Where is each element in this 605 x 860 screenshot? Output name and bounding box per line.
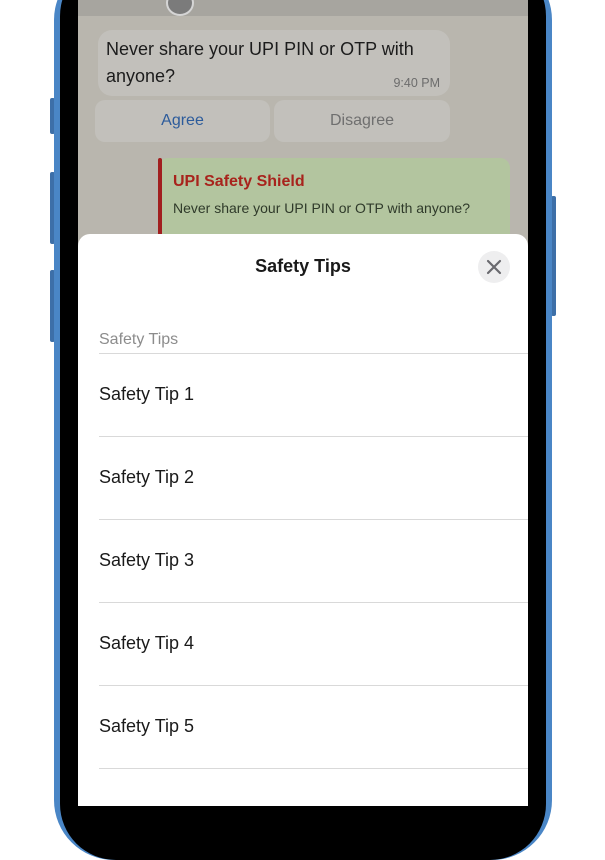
tip-label: Safety Tip 4 — [99, 633, 195, 653]
message-timestamp: 9:40 PM — [393, 76, 440, 90]
phone-screen: Never share your UPI PIN or OTP with any… — [78, 0, 528, 806]
close-icon — [486, 259, 502, 275]
safety-tips-sheet: Safety Tips Safety Tips Safety Tip 1 Saf… — [78, 234, 528, 806]
avatar[interactable] — [166, 0, 194, 16]
list-item[interactable]: Safety Tip 4 — [99, 603, 528, 686]
divider — [99, 768, 528, 769]
close-button[interactable] — [478, 251, 510, 283]
message-text: Never share your UPI PIN or OTP with any… — [106, 39, 414, 86]
disagree-button[interactable]: Disagree — [274, 100, 450, 142]
shield-title: UPI Safety Shield — [173, 173, 305, 190]
list-item[interactable]: Safety Tip 5 — [99, 686, 528, 769]
section-header: Safety Tips — [99, 331, 179, 348]
tip-label: Safety Tip 3 — [99, 550, 195, 570]
chat-header — [78, 0, 528, 16]
chat-message-bubble: Never share your UPI PIN or OTP with any… — [98, 30, 450, 96]
sheet-title: Safety Tips — [255, 256, 351, 276]
agree-button[interactable]: Agree — [95, 100, 270, 142]
list-item[interactable]: Safety Tip 3 — [99, 520, 528, 603]
tip-label: Safety Tip 2 — [99, 467, 195, 487]
tip-label: Safety Tip 5 — [99, 716, 195, 736]
list-item[interactable]: Safety Tip 2 — [99, 437, 528, 520]
shield-body: Never share your UPI PIN or OTP with any… — [173, 200, 470, 216]
list-item[interactable]: Safety Tip 1 — [99, 354, 528, 437]
tip-label: Safety Tip 1 — [99, 384, 195, 404]
